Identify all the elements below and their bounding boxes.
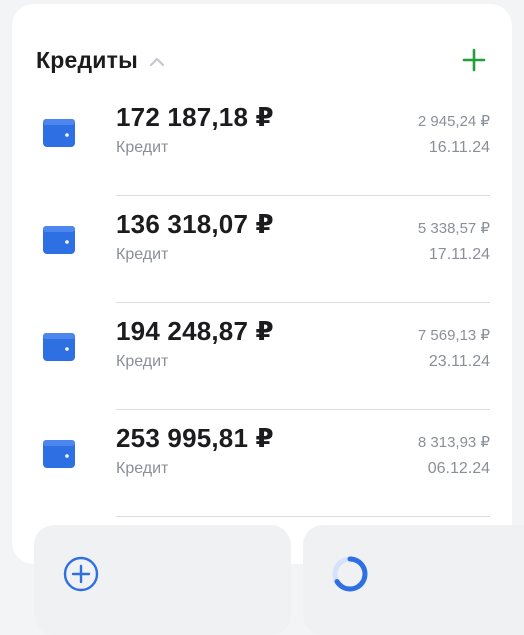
loan-item[interactable]: 194 248,87 ₽ Кредит 7 569,13 ₽ 23.11.24	[36, 304, 490, 410]
section-title: Кредиты	[36, 46, 138, 73]
add-product-tile[interactable]	[34, 525, 291, 635]
loan-amount: 136 318,07 ₽	[116, 209, 274, 239]
loan-payment: 7 569,13 ₽	[417, 327, 490, 344]
wallet-icon	[43, 119, 75, 147]
loan-item[interactable]: 172 187,18 ₽ Кредит 2 945,24 ₽ 16.11.24	[36, 90, 490, 196]
loan-payment: 2 945,24 ₽	[417, 113, 490, 130]
loan-amount: 172 187,18 ₽	[116, 102, 274, 132]
status-tile[interactable]	[303, 525, 524, 635]
chevron-up-icon[interactable]	[148, 56, 166, 68]
plus-circle-icon	[63, 556, 99, 592]
loan-payment: 8 313,93 ₽	[417, 434, 490, 451]
plus-icon	[462, 48, 486, 72]
loan-type: Кредит	[116, 139, 169, 156]
loan-payment: 5 338,57 ₽	[417, 220, 490, 237]
loan-type: Кредит	[116, 460, 169, 477]
row-divider	[116, 409, 490, 410]
loan-item[interactable]: 136 318,07 ₽ Кредит 5 338,57 ₽ 17.11.24	[36, 197, 490, 303]
loan-date: 17.11.24	[428, 246, 490, 263]
credits-header: Кредиты	[36, 42, 488, 78]
wallet-icon	[43, 226, 75, 254]
loading-ring-icon	[332, 556, 368, 592]
wallet-icon	[43, 440, 75, 468]
loan-date: 16.11.24	[428, 139, 490, 156]
add-credit-button[interactable]	[460, 46, 488, 74]
loan-item[interactable]: 253 995,81 ₽ Кредит 8 313,93 ₽ 06.12.24	[36, 411, 490, 517]
credits-card: Кредиты 172 187,18 ₽ Кредит 2 945,24 ₽ 1…	[12, 4, 512, 564]
row-divider	[116, 195, 490, 196]
loan-type: Кредит	[116, 353, 169, 370]
row-divider	[116, 516, 490, 517]
wallet-icon	[43, 333, 75, 361]
loan-amount: 253 995,81 ₽	[116, 423, 274, 453]
loan-type: Кредит	[116, 246, 169, 263]
loan-date: 23.11.24	[428, 353, 490, 370]
loan-date: 06.12.24	[427, 460, 490, 477]
row-divider	[116, 302, 490, 303]
loan-amount: 194 248,87 ₽	[116, 316, 274, 346]
